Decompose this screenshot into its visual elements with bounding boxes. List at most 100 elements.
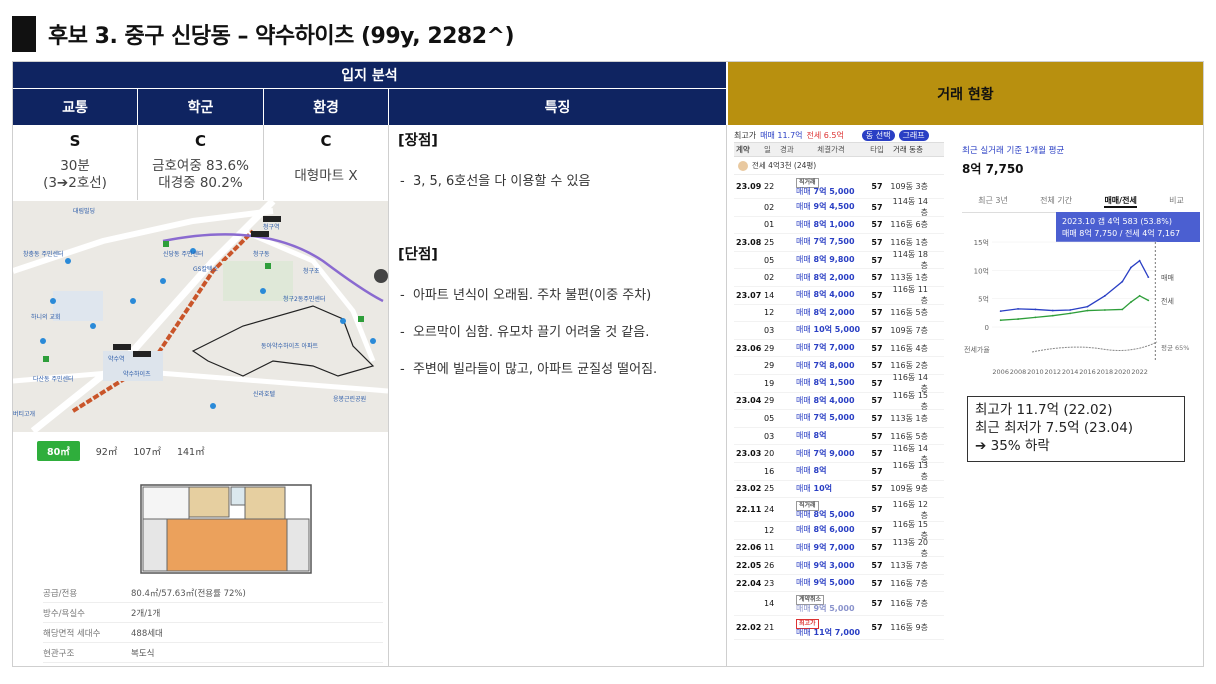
x-tick-label: 2006 [992,368,1009,376]
area-tab-92[interactable]: 92㎡ [96,444,118,458]
area-tabs: 80㎡ 92㎡ 107㎡ 141㎡ [37,441,205,461]
col-features: 특징 [389,89,726,125]
x-tick-label: 2014 [1062,368,1079,376]
dong-select-button[interactable]: 동 선택 [861,129,895,141]
environment-desc: 대형마트 X [294,168,358,184]
table-row: 23.04 29 매매 8억 4,000 57 116동 15층 [734,391,944,411]
map-label: 동아약수하이츠 아파트 [261,342,319,350]
location-map[interactable]: 대림빌딩 창충동 주민센터 하니의 교회 청구동 청구초 GS칼텍스 약수하이츠… [13,201,388,432]
table-row: 23.02 25 매매 10억 57 109동 9층 [734,481,944,499]
data-point [1130,301,1132,303]
table-row: 16 매매 8억 57 116동 13층 [734,461,944,481]
x-tick-label: 2022 [1131,368,1148,376]
area-tab-107[interactable]: 107㎡ [133,444,161,458]
data-point [1069,309,1072,311]
cons-title: [단점] [398,247,438,263]
floorplan-drawing [140,484,312,574]
chart-tab[interactable]: 최근 3년 [978,195,1008,208]
data-point [1017,318,1019,320]
map-label: 응봉근린공원 [333,395,366,403]
transport-desc: 30분 (3➔2호선) [43,158,107,191]
table-row: 02 매매 9억 4,500 57 114동 14층 [734,197,944,217]
title-marker [12,16,36,52]
chart-tooltip-line2: 매매 8억 7,750 / 전세 4억 7,167 [1062,228,1180,238]
data-point [1051,309,1054,312]
col-school: 학군 [138,89,263,125]
chart-tabs: 최근 3년 전체 기간 매매/전세 비교 [962,195,1200,213]
con-item: - 오르막이 심함. 유모차 끌기 어려울 것 같음. [400,325,650,340]
col-transport: 교통 [13,89,137,125]
floorplan-panel: 80㎡ 92㎡ 107㎡ 141㎡ 공급/전용 80.4㎡/57.63㎡(전용률 … [13,435,388,666]
page-title: 후보 3. 중구 신당동 – 약수하이츠 (99y, 2282^) [48,24,515,49]
series-label-ratio: 평균 65% [1161,343,1189,352]
chart-tab-selected[interactable]: 매매/전세 [1104,195,1137,208]
pros-title: [장점] [398,133,438,149]
graph-button[interactable]: 그래프 [898,129,929,141]
map-label: 청구2동주민센터 [283,295,325,303]
y-tick-label: 15억 [974,239,989,247]
chart-tab[interactable]: 비교 [1169,195,1184,208]
data-point [1147,276,1150,279]
map-label: 대림빌딩 [73,207,95,215]
features-panel: [장점] - 3, 5, 6호선을 다 이용할 수 있음 [단점] - 아파트 … [398,129,718,395]
map-label: 청구동 [253,251,270,258]
data-point [1103,309,1106,311]
table-row: 22.04 23 매매 9억 5,000 57 116동 7층 [734,575,944,593]
y-tick-label: 10억 [974,267,989,275]
map-label: 신라호텔 [253,390,276,398]
con-item: - 주변에 빌라들이 많고, 아파트 균질성 떨어짐. [400,362,658,377]
area-tab-80[interactable]: 80㎡ [37,441,80,461]
map-label: GS칼텍스 [193,265,218,273]
data-point [1017,307,1019,310]
map-label: 다산동 주민센터 [33,375,74,383]
tx-header-row: 계약 일 경과 체결가격 타입 거래 동층 [734,142,944,157]
area-tab-141[interactable]: 141㎡ [177,444,205,458]
table-row: 22.02 21 최고가 매매 11억 7,000 57 116동 9층 [734,616,944,641]
data-point [1103,294,1106,297]
table-row: 22.06 11 매매 9억 7,000 57 113동 20층 [734,538,944,558]
data-point [1086,309,1089,312]
x-tick-label: 2010 [1027,368,1044,376]
price-chart: 최근 실거래 기준 1개월 평균 8억 7,750 최근 3년 전체 기간 매매… [962,130,1200,380]
map-label: 약수하이츠 [123,370,151,378]
summary-line: ➔ 35% 하락 [975,438,1050,454]
con-item: - 아파트 년식이 오래됨. 주차 불편(이중 주차) [400,288,652,303]
map-label: 신당동 주민센터 [163,250,204,258]
table-row: 05 매매 8억 9,800 57 114동 18층 [734,250,944,270]
data-point [1138,294,1141,297]
tx-summary-row: 전세 4억3천 (24평) [734,157,944,175]
transactions-table: 최고가 매매 11.7억 전세 6.5억 동 선택 그래프 계약 일 경과 체결… [734,128,944,664]
map-label: 하니의 교회 [31,313,61,321]
table-row: 14 계약취소 매매 9억 5,000 57 116동 7층 [734,592,944,617]
chart-tab[interactable]: 전체 기간 [1040,195,1072,208]
floorplan-info: 공급/전용 80.4㎡/57.63㎡(전용률 72%) 방수/욕실수 2개/1개 해… [43,583,383,663]
map-svg: 대림빌딩 창충동 주민센터 하니의 교회 청구동 청구초 GS칼텍스 약수하이츠… [13,201,388,432]
x-tick-label: 2008 [1010,368,1027,376]
chart-plot: 2023.10 갭 4억 583 (53.8%) 매매 8억 7,750 / 전세… [964,212,1200,376]
tx-top-bar: 최고가 매매 11.7억 전세 6.5억 동 선택 그래프 [734,128,944,142]
data-point [1121,308,1124,311]
pro-item: - 3, 5, 6호선을 다 이용할 수 있음 [400,174,591,189]
ratio-line [1031,341,1158,353]
map-label: 청구초 [303,268,320,275]
chart-subtitle: 최근 실거래 기준 1개월 평균 [962,146,1065,156]
x-tick-label: 2020 [1114,368,1131,376]
summary-line: 최근 최저가 7.5억 (23.04) [975,420,1134,436]
data-point [1138,259,1141,262]
map-label: 창충동 주민센터 [23,250,64,258]
data-point [1051,314,1054,317]
series-line-sale [1000,259,1149,312]
table-row: 01 매매 8억 1,000 57 116동 6층 [734,217,944,235]
table-row: 22.05 26 매매 9억 3,000 57 113동 7층 [734,557,944,575]
chart-tooltip-line1: 2023.10 갭 4억 583 (53.8%) [1062,216,1172,226]
price-summary: 최고가 11.7억 (22.02) 최근 최저가 7.5억 (23.04) ➔ … [967,396,1185,462]
col-environment: 환경 [264,89,388,125]
series-label-sale: 매매 [1161,274,1174,282]
x-tick-label: 2018 [1097,368,1114,376]
location-analysis-header: 입지 분석 [13,62,726,88]
data-point [1034,316,1037,319]
chart-price: 8억 7,750 [962,162,1024,176]
transactions-header: 거래 현황 [728,62,1203,125]
school-grade: C [194,132,206,150]
ratio-label: 전세가율 [964,345,990,354]
